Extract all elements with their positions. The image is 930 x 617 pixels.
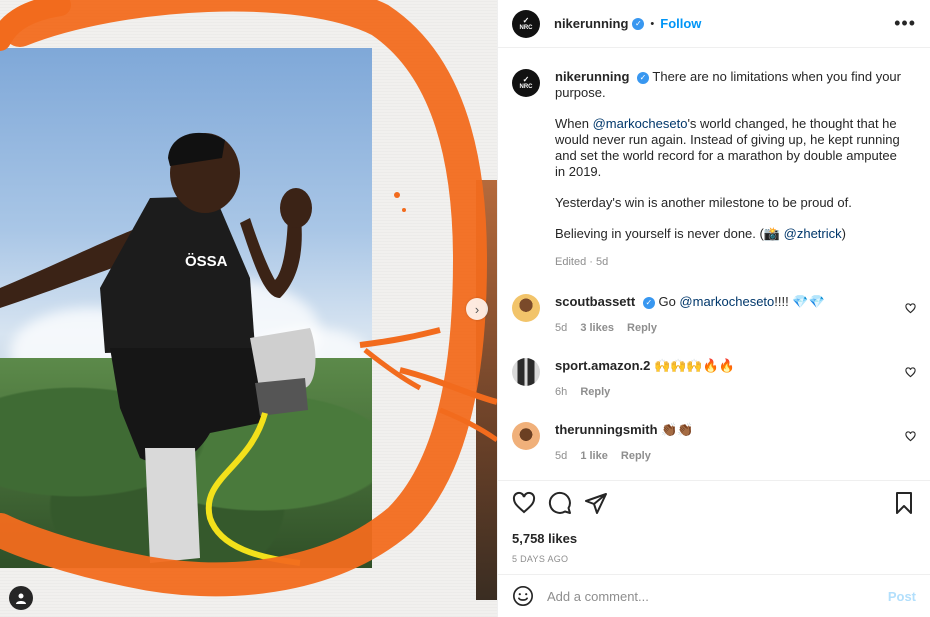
emoji-icon[interactable] <box>512 585 534 607</box>
post-media[interactable]: ÖSSA › <box>0 0 497 617</box>
runner-figure: ÖSSA <box>0 132 316 566</box>
verified-icon: ✓ <box>637 71 650 84</box>
commenter-avatar[interactable] <box>512 422 540 450</box>
reply-button[interactable]: Reply <box>627 322 657 334</box>
next-photo-edge <box>476 180 497 600</box>
svg-text:ÖSSA: ÖSSA <box>185 253 228 270</box>
comment-item: sport.amazon.2 🙌🙌🙌🔥🔥 6h Reply <box>512 358 916 398</box>
chevron-right-icon: › <box>474 301 480 317</box>
separator-dot: • <box>650 17 655 30</box>
heart-icon[interactable] <box>905 303 916 314</box>
comment-time[interactable]: 5d <box>555 322 567 334</box>
comment-username[interactable]: scoutbassett <box>555 294 635 309</box>
actions-bar: 5,758 likes 5 DAYS AGO <box>498 480 930 564</box>
comment-time[interactable]: 6h <box>555 386 567 398</box>
comment-time[interactable]: 5d <box>555 450 567 462</box>
more-icon[interactable]: ••• <box>894 13 916 34</box>
comment-icon[interactable] <box>548 491 572 515</box>
reply-button[interactable]: Reply <box>621 450 651 462</box>
follow-button[interactable]: Follow <box>660 16 701 31</box>
mention-link[interactable]: @zhetrick <box>784 226 842 241</box>
comment-likes[interactable]: 1 like <box>580 450 608 462</box>
post-caption: ✓ NRC nikerunning ✓ There are no limitat… <box>512 69 916 270</box>
post-header: ✓ NRC nikerunning ✓ • Follow ••• <box>498 0 930 48</box>
heart-icon[interactable] <box>905 367 916 378</box>
post-time[interactable]: 5 DAYS AGO <box>512 554 916 564</box>
carousel-next-button[interactable]: › <box>466 298 488 320</box>
comment-item: therunningsmith 👏🏾👏🏾 5d 1 like Reply <box>512 422 916 462</box>
comment-username[interactable]: sport.amazon.2 <box>555 358 650 373</box>
mention-link[interactable]: @markocheseto <box>679 294 774 309</box>
commenter-avatar[interactable] <box>512 358 540 386</box>
author-username[interactable]: nikerunning <box>554 16 628 31</box>
likes-count[interactable]: 5,758 likes <box>512 531 916 546</box>
bookmark-icon[interactable] <box>892 491 916 515</box>
caption-avatar[interactable]: ✓ NRC <box>512 69 540 97</box>
swoosh-icon: ✓ <box>522 75 530 84</box>
user-tag-icon <box>16 593 26 604</box>
reply-button[interactable]: Reply <box>580 386 610 398</box>
author-avatar[interactable]: ✓ NRC <box>512 9 540 38</box>
mention-link[interactable]: @markocheseto <box>593 116 688 131</box>
comments-section[interactable]: ✓ NRC nikerunning ✓ There are no limitat… <box>498 49 930 480</box>
verified-icon: ✓ <box>632 17 645 30</box>
verified-icon: ✓ <box>642 296 655 309</box>
share-icon[interactable] <box>584 491 608 515</box>
caption-meta: Edited · 5d <box>555 256 609 268</box>
comment-input[interactable]: Add a comment... <box>547 589 649 604</box>
caption-paragraph: Yesterday's win is another milestone to … <box>555 195 852 210</box>
post-panel: ✓ NRC nikerunning ✓ • Follow ••• ✓ NRC n… <box>497 0 930 617</box>
comment-item: scoutbassett ✓ Go @markocheseto!!!! 💎💎 5… <box>512 294 916 334</box>
heart-icon[interactable] <box>512 491 536 515</box>
caption-username[interactable]: nikerunning <box>555 69 629 84</box>
comment-username[interactable]: therunningsmith <box>555 422 658 437</box>
commenter-avatar[interactable] <box>512 294 540 322</box>
heart-icon[interactable] <box>905 431 916 442</box>
user-tag-button[interactable] <box>9 586 33 610</box>
post-button[interactable]: Post <box>888 589 916 604</box>
comment-likes[interactable]: 3 likes <box>580 322 614 334</box>
swoosh-icon: ✓ <box>522 15 530 25</box>
comment-composer: Add a comment... Post <box>498 574 930 617</box>
